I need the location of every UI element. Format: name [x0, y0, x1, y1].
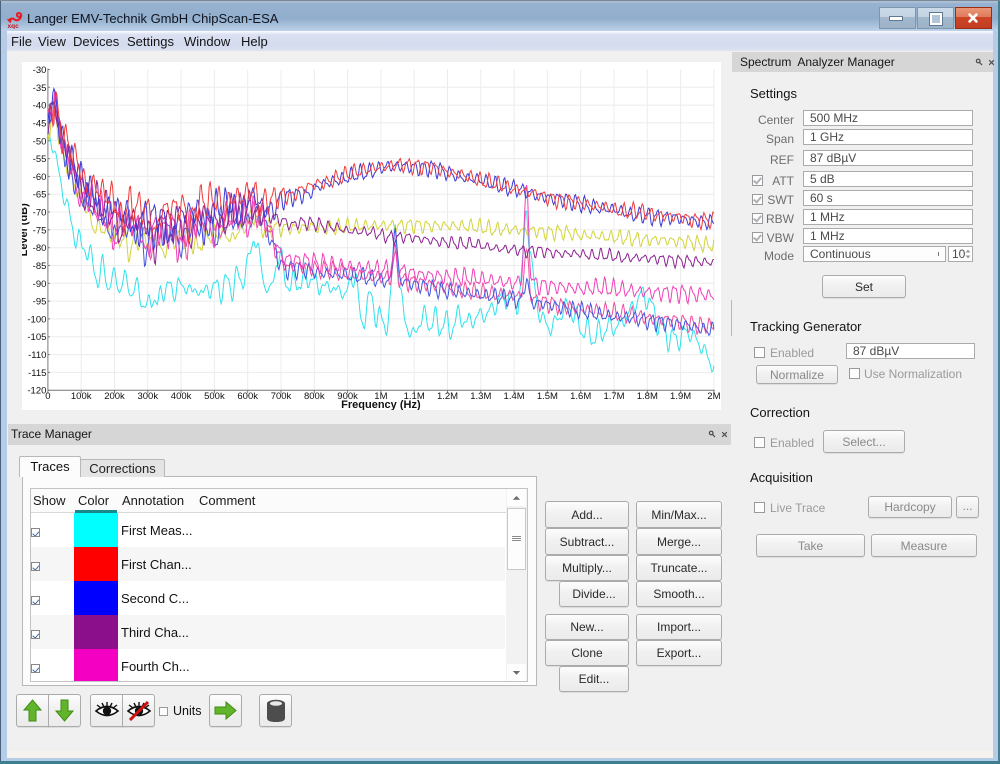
- svg-text:100k: 100k: [71, 391, 92, 402]
- svg-text:1.3M: 1.3M: [470, 391, 491, 402]
- svg-text:-70: -70: [33, 208, 47, 219]
- svg-text:-85: -85: [33, 261, 47, 272]
- svg-text:300k: 300k: [137, 391, 158, 402]
- svg-text:-110: -110: [28, 350, 46, 361]
- svg-text:-65: -65: [33, 190, 47, 201]
- svg-text:200k: 200k: [104, 391, 125, 402]
- svg-text:1.4M: 1.4M: [504, 391, 525, 402]
- svg-text:-75: -75: [33, 225, 47, 236]
- svg-text:1.6M: 1.6M: [570, 391, 591, 402]
- svg-text:-30: -30: [33, 65, 47, 76]
- svg-text:Level (dB): Level (dB): [22, 203, 30, 257]
- svg-text:700k: 700k: [271, 391, 292, 402]
- svg-text:-40: -40: [33, 101, 47, 112]
- svg-text:1.5M: 1.5M: [537, 391, 558, 402]
- svg-text:Frequency (Hz): Frequency (Hz): [341, 399, 421, 410]
- svg-text:800k: 800k: [304, 391, 325, 402]
- svg-text:-95: -95: [33, 297, 47, 308]
- svg-text:-90: -90: [33, 279, 47, 290]
- svg-text:-55: -55: [33, 154, 47, 165]
- svg-text:-105: -105: [27, 332, 46, 343]
- svg-text:500k: 500k: [204, 391, 225, 402]
- svg-text:-80: -80: [33, 243, 47, 254]
- svg-text:-100: -100: [27, 314, 46, 325]
- svg-text:400k: 400k: [171, 391, 192, 402]
- svg-text:600k: 600k: [237, 391, 258, 402]
- svg-text:1.8M: 1.8M: [637, 391, 658, 402]
- svg-text:0: 0: [45, 391, 50, 402]
- svg-text:1.7M: 1.7M: [603, 391, 624, 402]
- svg-text:1.2M: 1.2M: [437, 391, 458, 402]
- svg-text:1.9M: 1.9M: [670, 391, 691, 402]
- svg-text:-120: -120: [27, 386, 46, 397]
- svg-text:-115: -115: [28, 368, 46, 379]
- svg-text:xqc: xqc: [8, 23, 20, 29]
- svg-text:-50: -50: [33, 136, 47, 147]
- svg-text:-35: -35: [33, 83, 47, 94]
- svg-text:2M: 2M: [707, 391, 720, 402]
- svg-text:-45: -45: [33, 118, 47, 129]
- svg-text:-60: -60: [33, 172, 47, 183]
